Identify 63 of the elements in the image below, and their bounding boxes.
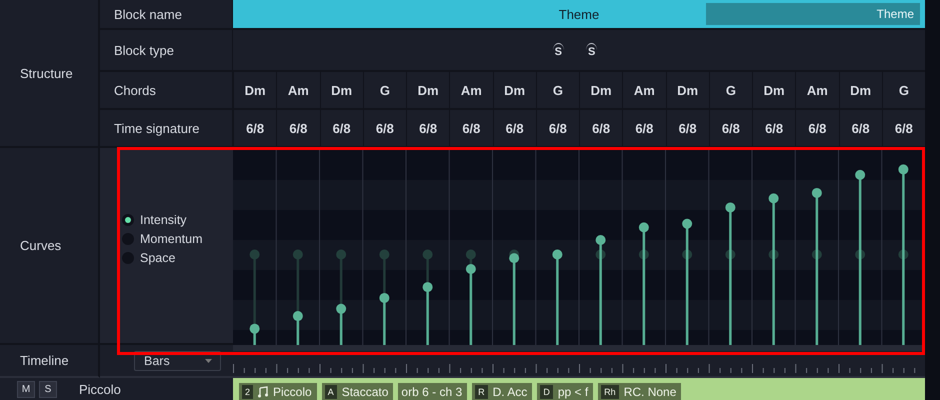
track-chip[interactable]: orb 6 - ch 3 [398,383,468,400]
time-signature-cell[interactable]: 6/8 [406,110,450,146]
time-signature-cell[interactable]: 6/8 [752,110,796,146]
track-chip[interactable]: A Staccato [322,383,394,400]
row-label: Time signature [100,110,233,148]
time-signature-cell[interactable]: 6/8 [622,110,666,146]
track-chip[interactable]: 2 Piccolo [239,383,317,400]
row-label: Block name [100,0,233,30]
chip-badge: A [324,384,337,398]
time-signature-cell[interactable]: 6/8 [449,110,492,146]
time-signature-cell[interactable]: 6/8 [579,110,622,146]
track-name: Piccolo [79,382,121,396]
chip-badge: 2 [242,384,254,398]
chord-cell[interactable]: Dm [838,72,882,108]
block-name: Theme [558,7,600,22]
track-chip[interactable]: Rh RC. None [598,383,682,400]
track-chip[interactable]: R D. Acc [472,383,532,400]
solo-button[interactable]: S [39,380,57,398]
section-label: Structure [0,0,100,148]
time-signature-cell[interactable]: 6/8 [233,110,276,146]
time-signature-cell[interactable]: 6/8 [795,110,838,146]
chord-cell[interactable]: Dm [752,72,796,108]
row-label: Chords [100,72,233,110]
track-chip[interactable]: D pp < f [537,383,594,400]
time-signature-cell[interactable]: 6/8 [320,110,363,146]
chord-cell[interactable]: Dm [406,72,450,108]
chord-cell[interactable]: G [362,72,406,108]
chord-cell[interactable]: Dm [579,72,622,108]
time-signature-cell[interactable]: 6/8 [666,110,709,146]
chord-cell[interactable]: Am [795,72,838,108]
time-signature-cell[interactable]: 6/8 [536,110,579,146]
time-signature-cell[interactable]: 6/8 [708,110,752,146]
section-label: Curves [0,148,100,345]
chord-cell[interactable]: G [536,72,579,108]
chord-cell[interactable]: Dm [320,72,363,108]
block-name-bar[interactable]: Theme Theme [233,0,925,30]
radio-dot[interactable] [122,214,134,226]
block-tag[interactable]: Theme [706,3,920,25]
chord-cell[interactable]: Am [276,72,320,108]
chip-badge: R [475,384,488,398]
chord-cell[interactable]: Dm [233,72,276,108]
time-signature-cell[interactable]: 6/8 [492,110,536,146]
scrollbar-track[interactable] [233,345,925,351]
time-signature-cell[interactable]: 6/8 [838,110,882,146]
legend-label[interactable]: Momentum [140,232,203,246]
chord-cell[interactable]: G [882,72,925,108]
legend-label[interactable]: Intensity [140,212,187,226]
mute-button[interactable]: M [17,380,35,398]
music-note-icon [258,386,268,398]
chord-cell[interactable]: G [708,72,752,108]
row-label: Block type [100,30,233,72]
chip-badge: Rh [601,384,619,398]
chip-badge: D [540,384,553,398]
time-signature-cell[interactable]: 6/8 [362,110,406,146]
caret-icon [205,358,212,362]
time-signature-cell[interactable]: 6/8 [882,110,925,146]
chord-cell[interactable]: Am [449,72,492,108]
chord-cell[interactable]: Am [622,72,666,108]
chord-cell[interactable]: Dm [666,72,709,108]
section-label: Timeline [0,345,100,378]
time-signature-cell[interactable]: 6/8 [276,110,320,146]
legend-label[interactable]: Space [140,250,176,264]
chord-cell[interactable]: Dm [492,72,536,108]
